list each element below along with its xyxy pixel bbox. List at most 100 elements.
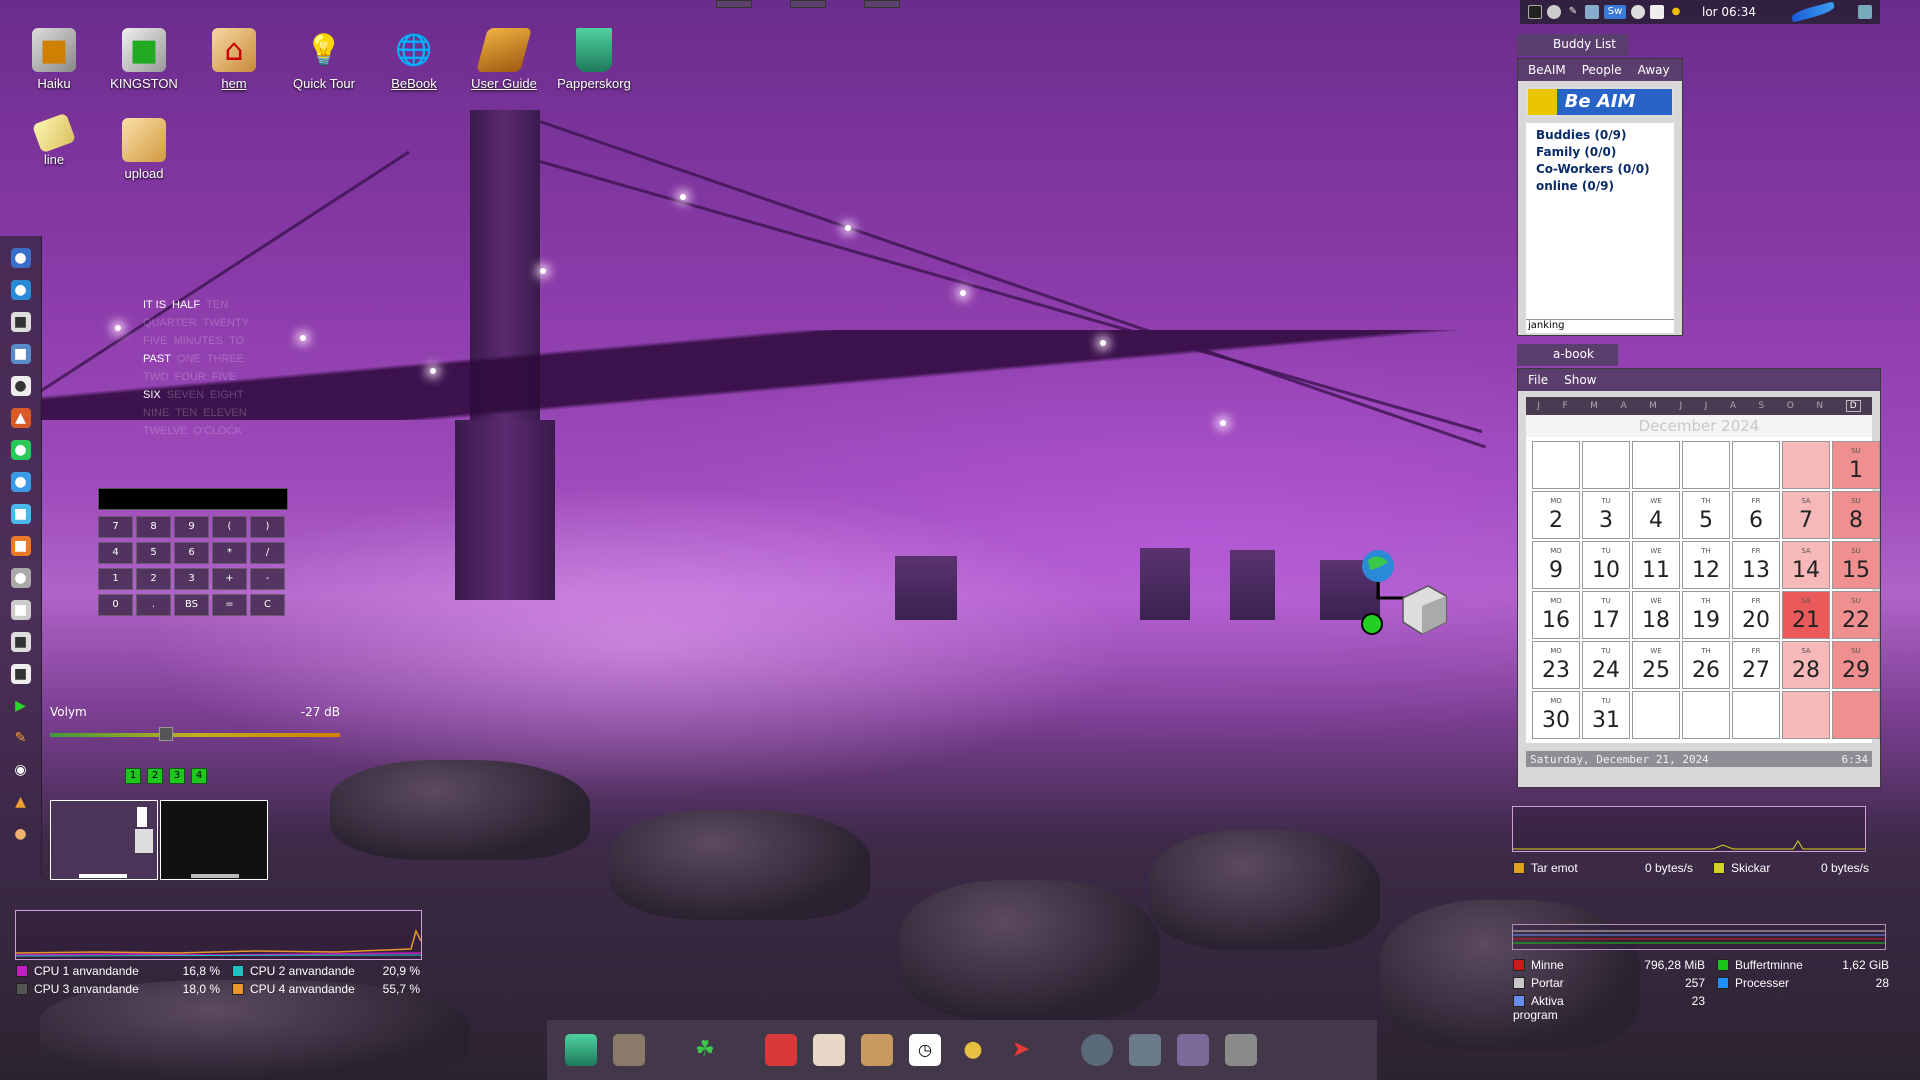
month-button[interactable]: J: [1679, 401, 1682, 411]
eye-icon[interactable]: ◉: [11, 760, 31, 780]
calendar-day[interactable]: [1532, 441, 1580, 489]
calendar-day[interactable]: [1582, 441, 1630, 489]
plant-icon[interactable]: ☘: [689, 1034, 721, 1066]
calendar-day[interactable]: SU 15: [1832, 541, 1880, 589]
calendar-day[interactable]: FR 27: [1732, 641, 1780, 689]
switcher-icon[interactable]: Sw: [1604, 5, 1626, 19]
calendar-day[interactable]: TU 31: [1582, 691, 1630, 739]
calculator-key[interactable]: 7: [98, 516, 133, 538]
calculator-key[interactable]: 1: [98, 568, 133, 590]
palette-icon[interactable]: ●: [10, 440, 31, 460]
month-button[interactable]: D: [1845, 400, 1861, 412]
desktop-icon-hem[interactable]: ⌂ hem: [189, 28, 279, 91]
leaf-icon[interactable]: [1790, 1, 1836, 23]
document-icon[interactable]: ■: [10, 312, 31, 332]
volume-slider[interactable]: [50, 727, 340, 741]
calendar-day[interactable]: FR 13: [1732, 541, 1780, 589]
menu-beaim[interactable]: BeAIM: [1528, 63, 1566, 77]
month-button[interactable]: N: [1816, 401, 1823, 411]
buddy-group-online[interactable]: online (0/9): [1536, 178, 1664, 195]
media-icon[interactable]: ■: [10, 664, 31, 684]
calendar-day[interactable]: TH 5: [1682, 491, 1730, 539]
menu-away[interactable]: Away: [1638, 63, 1670, 77]
buddy-icon[interactable]: ●: [1669, 5, 1683, 19]
deskbar-clock[interactable]: lor 06:34: [1702, 5, 1756, 19]
pencil-icon[interactable]: ✎: [1566, 5, 1580, 19]
tools-icon[interactable]: ▲: [10, 408, 31, 428]
trash-icon[interactable]: [565, 1034, 597, 1066]
calendar-day[interactable]: WE 25: [1632, 641, 1680, 689]
calendar-day[interactable]: SU 8: [1832, 491, 1880, 539]
calendar-day[interactable]: FR 6: [1732, 491, 1780, 539]
calendar-day[interactable]: [1682, 441, 1730, 489]
calendar-day[interactable]: TU 10: [1582, 541, 1630, 589]
calendar-day[interactable]: [1732, 441, 1780, 489]
month-button[interactable]: O: [1787, 401, 1794, 411]
calendar-day[interactable]: WE 18: [1632, 591, 1680, 639]
buddy-group-coworkers[interactable]: Co-Workers (0/0): [1536, 161, 1664, 178]
calendar-day[interactable]: [1782, 441, 1830, 489]
workspace-button[interactable]: 3: [169, 768, 185, 784]
deskbar-menu-icon[interactable]: [1858, 5, 1872, 19]
calendar-day[interactable]: TU 17: [1582, 591, 1630, 639]
calculator-key[interactable]: *: [212, 542, 247, 564]
calendar-day[interactable]: MO 9: [1532, 541, 1580, 589]
calendar-day[interactable]: MO 23: [1532, 641, 1580, 689]
workspace-button[interactable]: 4: [191, 768, 207, 784]
eraser-icon[interactable]: [1177, 1034, 1209, 1066]
calendar-day[interactable]: [1782, 691, 1830, 739]
calendar-day[interactable]: SU 22: [1832, 591, 1880, 639]
calculator-key[interactable]: C: [250, 594, 285, 616]
calendar-day[interactable]: [1632, 441, 1680, 489]
calculator-key[interactable]: 4: [98, 542, 133, 564]
network-icon[interactable]: ■: [10, 344, 31, 364]
calendar-day[interactable]: MO 30: [1532, 691, 1580, 739]
calculator-key[interactable]: ): [250, 516, 285, 538]
dog-icon[interactable]: [861, 1034, 893, 1066]
top-tab[interactable]: [864, 0, 900, 8]
calculator-key[interactable]: 6: [174, 542, 209, 564]
buddy-group-buddies[interactable]: Buddies (0/9): [1536, 127, 1664, 144]
month-button[interactable]: F: [1562, 401, 1567, 411]
keys-icon[interactable]: ●: [957, 1034, 989, 1066]
calendar-day[interactable]: SA 28: [1782, 641, 1830, 689]
workspace-pane-1[interactable]: [50, 800, 158, 880]
globe-icon[interactable]: ●: [10, 472, 31, 492]
globe-icon[interactable]: ●: [10, 280, 31, 300]
rocket-icon[interactable]: ➤: [1005, 1034, 1037, 1066]
month-button[interactable]: M: [1649, 401, 1657, 411]
calendar-day[interactable]: FR 20: [1732, 591, 1780, 639]
menu-file[interactable]: File: [1528, 373, 1548, 387]
top-tab[interactable]: [716, 0, 752, 8]
calendar-day[interactable]: SA 14: [1782, 541, 1830, 589]
top-tab[interactable]: [790, 0, 826, 8]
month-button[interactable]: S: [1759, 401, 1765, 411]
calendar-day[interactable]: TH 12: [1682, 541, 1730, 589]
workspace-button[interactable]: 2: [147, 768, 163, 784]
menu-show[interactable]: Show: [1564, 373, 1596, 387]
disk-icon[interactable]: ●: [10, 568, 31, 588]
flame-icon[interactable]: ▲: [11, 792, 31, 812]
package-icon[interactable]: ■: [10, 536, 31, 556]
workspace-pane-2[interactable]: [160, 800, 268, 880]
buddy-group-family[interactable]: Family (0/0): [1536, 144, 1664, 161]
buddy-list-title-tab[interactable]: Buddy List: [1517, 34, 1628, 56]
clock-icon[interactable]: ◷: [909, 1034, 941, 1066]
calculator-key[interactable]: 0: [98, 594, 133, 616]
tracker-icon[interactable]: ●: [10, 248, 31, 268]
cube-icon[interactable]: [1129, 1034, 1161, 1066]
battery-icon[interactable]: [1650, 5, 1664, 19]
calculator-key[interactable]: 5: [136, 542, 171, 564]
drive-icon[interactable]: ■: [10, 600, 31, 620]
calendar-day[interactable]: [1832, 691, 1880, 739]
month-button[interactable]: J: [1537, 401, 1540, 411]
search-icon[interactable]: [1631, 5, 1645, 19]
month-button[interactable]: A: [1620, 401, 1626, 411]
calendar-day[interactable]: TU 24: [1582, 641, 1630, 689]
desktop-icon-line[interactable]: line: [9, 112, 99, 167]
month-button[interactable]: M: [1590, 401, 1598, 411]
month-button[interactable]: J: [1705, 401, 1708, 411]
desktop-icon-papperskorg[interactable]: Papperskorg: [549, 28, 639, 91]
printer-icon[interactable]: ■: [10, 632, 31, 652]
calculator-key[interactable]: (: [212, 516, 247, 538]
